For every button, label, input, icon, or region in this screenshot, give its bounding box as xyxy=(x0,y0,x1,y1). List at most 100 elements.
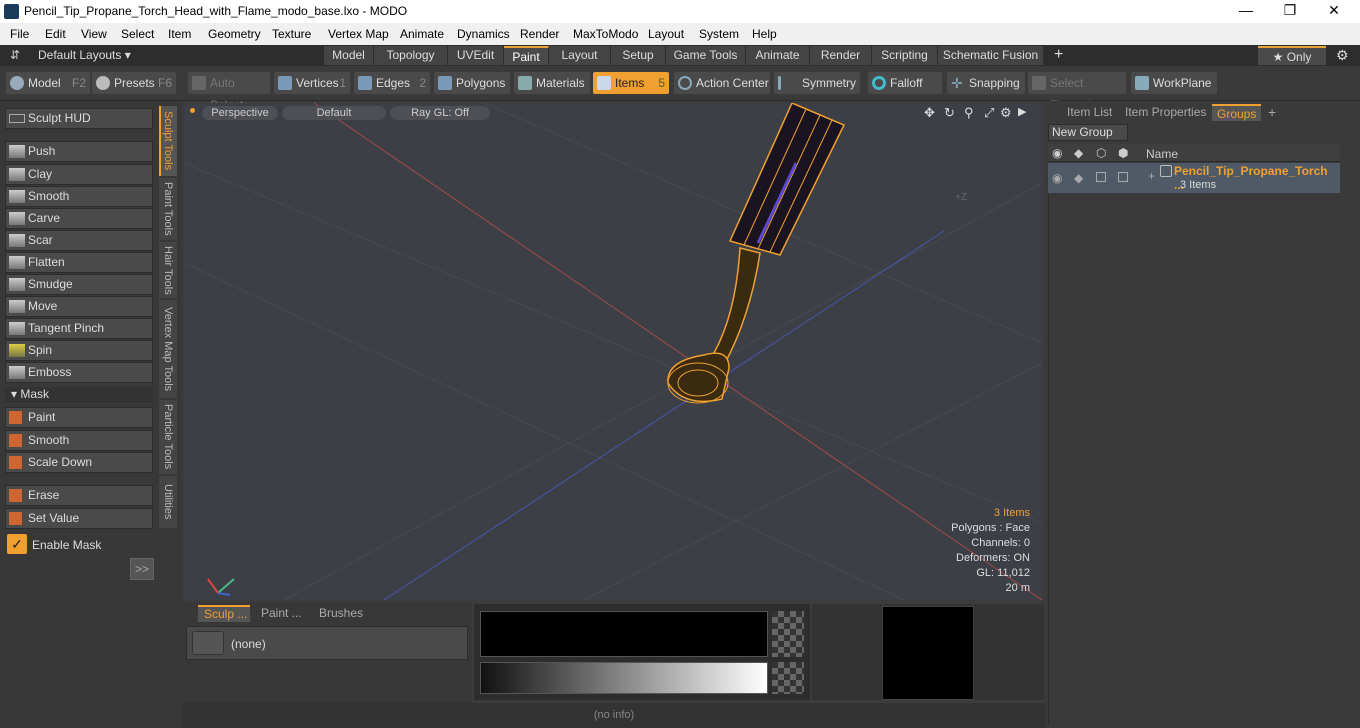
select-through-button[interactable]: Select Through xyxy=(1028,72,1126,112)
rotate-icon[interactable]: ↻ xyxy=(944,105,955,121)
menu-help[interactable]: Help xyxy=(752,27,777,41)
3d-viewport[interactable]: +Z 3 Items Polygons : Face Channels: 0 D… xyxy=(184,103,1042,600)
menu-render[interactable]: Render xyxy=(520,27,559,41)
visibility-eye-icon[interactable]: ◉ xyxy=(1052,146,1062,160)
edges-button[interactable]: Edges 2 xyxy=(354,72,430,94)
expand-icon[interactable]: + xyxy=(1148,169,1155,183)
tab-brushes[interactable]: Brushes xyxy=(314,606,370,623)
menu-layout[interactable]: Layout xyxy=(648,27,684,41)
presets-button[interactable]: Presets F6 xyxy=(92,72,176,94)
select-checkbox[interactable] xyxy=(1118,172,1128,182)
menu-dynamics[interactable]: Dynamics xyxy=(457,27,510,41)
vtab-sculpt-tools[interactable]: Sculpt Tools xyxy=(159,106,177,176)
menu-select[interactable]: Select xyxy=(121,27,154,41)
vtab-hair-tools[interactable]: Hair Tools xyxy=(159,242,177,298)
lock-checkbox[interactable] xyxy=(1096,172,1106,182)
vtab-vertex-map-tools[interactable]: Vertex Map Tools xyxy=(159,300,177,398)
tab-groups[interactable]: Groups xyxy=(1212,104,1262,121)
tool-move[interactable]: Move xyxy=(5,296,153,317)
zoom-icon[interactable]: ⚲ xyxy=(964,105,974,121)
default-layouts-dropdown[interactable]: Default Layouts ▾ xyxy=(38,48,131,62)
tab-layout[interactable]: Layout xyxy=(549,46,611,65)
vertices-button[interactable]: Vertices 1 xyxy=(274,72,350,94)
menu-texture[interactable]: Texture xyxy=(272,27,311,41)
tab-sculpt-brush[interactable]: Sculp ... xyxy=(198,605,250,622)
vtab-paint-tools[interactable]: Paint Tools xyxy=(159,178,177,240)
tab-animate[interactable]: Animate xyxy=(746,46,810,65)
workplane-button[interactable]: WorkPlane xyxy=(1131,72,1217,94)
action-center-button[interactable]: Action Center xyxy=(674,72,770,94)
mask-set-value[interactable]: Set Value xyxy=(5,508,153,529)
tool-tangent-pinch[interactable]: Tangent Pinch xyxy=(5,318,153,339)
tool-emboss[interactable]: Emboss xyxy=(5,362,153,383)
falloff-button[interactable]: Falloff xyxy=(868,72,942,94)
lock-icon[interactable]: ⬡ xyxy=(1096,146,1106,160)
tab-game-tools[interactable]: Game Tools xyxy=(666,46,746,65)
add-panel-tab-button[interactable]: + xyxy=(1268,104,1276,120)
menu-animate[interactable]: Animate xyxy=(400,27,444,41)
tool-flatten[interactable]: Flatten xyxy=(5,252,153,273)
add-tab-button[interactable]: + xyxy=(1054,46,1063,64)
close-button[interactable]: ✕ xyxy=(1322,2,1346,20)
more-button[interactable]: >> xyxy=(130,558,154,580)
tool-clay[interactable]: Clay xyxy=(5,164,153,185)
render-icon[interactable]: ◆ xyxy=(1074,171,1083,185)
menu-item[interactable]: Item xyxy=(168,27,191,41)
tab-model[interactable]: Model xyxy=(324,46,374,65)
tool-carve[interactable]: Carve xyxy=(5,208,153,229)
model-button[interactable]: Model F2 xyxy=(6,72,90,94)
tab-scripting[interactable]: Scripting xyxy=(872,46,938,65)
menu-maxtomodo[interactable]: MaxToModo xyxy=(573,27,638,41)
layouts-arrow-icon[interactable]: ⇵ xyxy=(10,48,20,62)
menu-view[interactable]: View xyxy=(81,27,107,41)
new-group-button[interactable]: New Group xyxy=(1048,124,1128,141)
maximize-view-icon[interactable]: ⤢ xyxy=(984,105,994,121)
render-icon[interactable]: ◆ xyxy=(1074,146,1083,160)
materials-button[interactable]: Materials xyxy=(514,72,590,94)
tab-setup[interactable]: Setup xyxy=(611,46,666,65)
shading-dropdown[interactable]: Default xyxy=(282,106,386,120)
sculpt-hud-button[interactable]: Sculpt HUD xyxy=(5,108,153,129)
menu-file[interactable]: File xyxy=(10,27,29,41)
menu-geometry[interactable]: Geometry xyxy=(208,27,261,41)
symmetry-button[interactable]: Symmetry xyxy=(774,72,860,94)
tool-spin[interactable]: Spin xyxy=(5,340,153,361)
group-row[interactable]: ◉ ◆ + Pencil_Tip_Propane_Torch ... 3 Ite… xyxy=(1048,163,1340,193)
tab-paint[interactable]: Paint xyxy=(504,46,549,65)
mask-smooth[interactable]: Smooth xyxy=(5,430,153,451)
tool-scar[interactable]: Scar xyxy=(5,230,153,251)
tab-item-list[interactable]: Item List xyxy=(1062,104,1117,121)
tool-smooth[interactable]: Smooth xyxy=(5,186,153,207)
ray-gl-toggle[interactable]: Ray GL: Off xyxy=(390,106,490,120)
mask-erase[interactable]: Erase xyxy=(5,485,153,506)
mask-scale-down[interactable]: Scale Down xyxy=(5,452,153,473)
minimize-button[interactable]: — xyxy=(1234,2,1258,20)
tab-uvedit[interactable]: UVEdit xyxy=(448,46,504,65)
select-icon[interactable]: ⬢ xyxy=(1118,146,1128,160)
tab-paint-brush[interactable]: Paint ... xyxy=(256,606,308,623)
gear-icon[interactable]: ⚙ xyxy=(1336,47,1349,64)
tab-render[interactable]: Render xyxy=(810,46,872,65)
menu-vertex-map[interactable]: Vertex Map xyxy=(328,27,389,41)
only-toggle[interactable]: ★ Only xyxy=(1258,46,1326,65)
maximize-button[interactable]: ❐ xyxy=(1278,2,1302,20)
tab-topology[interactable]: Topology xyxy=(374,46,448,65)
viewport-menu-arrow-icon[interactable]: ▶ xyxy=(1018,105,1026,118)
tool-push[interactable]: Push xyxy=(5,141,153,162)
menu-edit[interactable]: Edit xyxy=(45,27,66,41)
items-button[interactable]: Items 5 xyxy=(593,72,669,94)
menu-system[interactable]: System xyxy=(699,27,739,41)
tab-schematic-fusion[interactable]: Schematic Fusion xyxy=(938,46,1044,65)
enable-mask-checkbox[interactable]: ✓ xyxy=(7,534,27,554)
tab-item-properties[interactable]: Item Properties xyxy=(1120,104,1211,121)
brush-preset-dropdown[interactable]: (none) xyxy=(186,626,468,660)
vtab-particle-tools[interactable]: Particle Tools xyxy=(159,400,177,474)
polygons-button[interactable]: Polygons xyxy=(434,72,510,94)
auto-select-button[interactable]: Auto Select xyxy=(188,72,270,112)
name-column-header[interactable]: Name xyxy=(1146,147,1178,161)
snapping-button[interactable]: ✛ Snapping xyxy=(947,72,1025,94)
pan-icon[interactable]: ✥ xyxy=(924,105,935,121)
tool-smudge[interactable]: Smudge xyxy=(5,274,153,295)
viewport-settings-icon[interactable]: ⚙ xyxy=(1000,105,1012,121)
view-type-dropdown[interactable]: Perspective xyxy=(202,106,278,120)
